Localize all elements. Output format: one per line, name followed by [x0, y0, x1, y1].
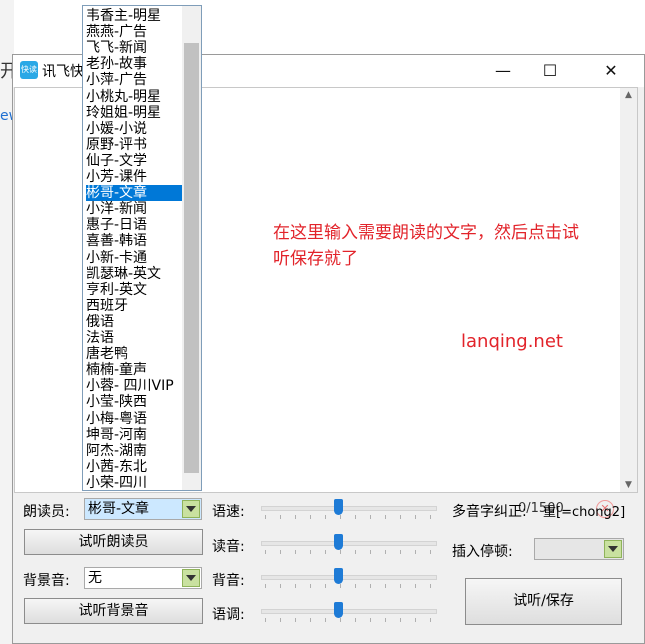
bg-volume-slider[interactable] — [261, 568, 437, 588]
dropdown-item[interactable]: 阿杰-湖南 — [86, 443, 182, 459]
polyphone-value: 重[=chong2] — [543, 505, 626, 520]
dropdown-item[interactable]: 小芳-课件 — [86, 169, 182, 185]
play-save-button[interactable]: 试听/保存 — [465, 578, 622, 625]
dropdown-scrollbar[interactable] — [182, 6, 201, 490]
window-title: 讯飞快 — [42, 64, 84, 80]
dropdown-item[interactable]: 小桃丸-明星 — [86, 89, 182, 105]
chevron-down-icon[interactable] — [604, 540, 622, 558]
minimize-button[interactable]: — — [480, 55, 526, 87]
narrator-label: 朗读员: — [23, 504, 70, 520]
dropdown-item[interactable]: 小洋-新闻 — [86, 201, 182, 217]
chevron-down-icon[interactable] — [182, 500, 200, 518]
chevron-down-icon[interactable] — [182, 569, 200, 587]
dropdown-item[interactable]: 仙子-文学 — [86, 153, 182, 169]
bgm-value: 无 — [88, 570, 102, 586]
pitch-slider-thumb[interactable] — [334, 602, 344, 618]
dropdown-item[interactable]: 惠子-日语 — [86, 217, 182, 233]
dropdown-item[interactable]: 唐老鸭 — [86, 346, 182, 362]
polyphone-label: 多音字纠正: — [452, 504, 527, 520]
dropdown-item[interactable]: 小梅-粤语 — [86, 411, 182, 427]
audition-bgm-button[interactable]: 试听背景音 — [24, 598, 203, 624]
dropdown-item[interactable]: 亨利-英文 — [86, 282, 182, 298]
pause-label: 插入停顿: — [452, 544, 513, 560]
dropdown-item[interactable]: 韦香主-明星 — [86, 8, 182, 24]
bgm-select[interactable]: 无 — [84, 567, 202, 589]
app-icon: 快读 — [20, 61, 38, 79]
site-watermark: lanqing.net — [461, 331, 563, 352]
volume-slider[interactable] — [261, 534, 437, 554]
dropdown-item[interactable]: 燕燕-广告 — [86, 24, 182, 40]
dropdown-item[interactable]: 小茜-东北 — [86, 459, 182, 475]
dropdown-item[interactable]: 俄语 — [86, 314, 182, 330]
bg-volume-label: 背音: — [212, 573, 245, 589]
volume-slider-thumb[interactable] — [334, 534, 344, 550]
dropdown-item[interactable]: 法语 — [86, 330, 182, 346]
dropdown-item[interactable]: 小蓉- 四川VIP — [86, 378, 182, 394]
dropdown-item[interactable]: 坤哥-河南 — [86, 427, 182, 443]
narrator-dropdown-list[interactable]: 韦香主-明星 燕燕-广告 飞飞-新闻 老孙-故事 小萍-广告 小桃丸-明星 玲姐姐-明星 小媛… — [82, 5, 202, 491]
maximize-button[interactable]: ☐ — [527, 55, 573, 87]
bgm-label: 背景音: — [23, 573, 70, 589]
dropdown-item[interactable]: 喜善-韩语 — [86, 233, 182, 249]
narrator-select[interactable]: 彬哥-文章 — [84, 498, 202, 520]
dropdown-item[interactable]: 凯瑟琳-英文 — [86, 266, 182, 282]
dropdown-item[interactable]: 小萍-广告 — [86, 72, 182, 88]
pitch-slider[interactable] — [261, 602, 437, 622]
scroll-down-icon[interactable]: ▼ — [620, 480, 637, 490]
dropdown-item[interactable]: 飞飞-新闻 — [86, 40, 182, 56]
editor-scrollbar[interactable]: ▲ ▼ — [620, 88, 637, 492]
pause-select[interactable] — [534, 538, 624, 560]
narrator-value: 彬哥-文章 — [88, 501, 150, 517]
pitch-label: 语调: — [212, 607, 245, 623]
speed-slider-thumb[interactable] — [334, 499, 344, 515]
volume-label: 读音: — [212, 539, 245, 555]
hint-text: 在这里输入需要朗读的文字，然后点击试听保存就了 — [273, 223, 579, 269]
bg-volume-slider-thumb[interactable] — [334, 568, 344, 584]
dropdown-item[interactable]: 小新-卡通 — [86, 250, 182, 266]
dropdown-item[interactable]: 老孙-故事 — [86, 56, 182, 72]
dropdown-item[interactable]: 小荣-四川 — [86, 475, 182, 490]
speed-slider[interactable] — [261, 499, 437, 519]
dropdown-item[interactable]: 楠楠-童声 — [86, 362, 182, 378]
close-button[interactable]: ✕ — [588, 55, 634, 87]
dropdown-item[interactable]: 西班牙 — [86, 298, 182, 314]
dropdown-item[interactable]: 原野-评书 — [86, 137, 182, 153]
dropdown-item[interactable]: 小媛-小说 — [86, 121, 182, 137]
speed-label: 语速: — [212, 504, 245, 520]
dropdown-item[interactable]: 彬哥-文章 — [86, 185, 182, 202]
dropdown-item[interactable]: 小莹-陕西 — [86, 394, 182, 410]
dropdown-scroll-thumb[interactable] — [184, 43, 199, 473]
dropdown-item[interactable]: 玲姐姐-明星 — [86, 105, 182, 121]
scroll-up-icon[interactable]: ▲ — [620, 90, 637, 100]
audition-narrator-button[interactable]: 试听朗读员 — [24, 529, 203, 555]
